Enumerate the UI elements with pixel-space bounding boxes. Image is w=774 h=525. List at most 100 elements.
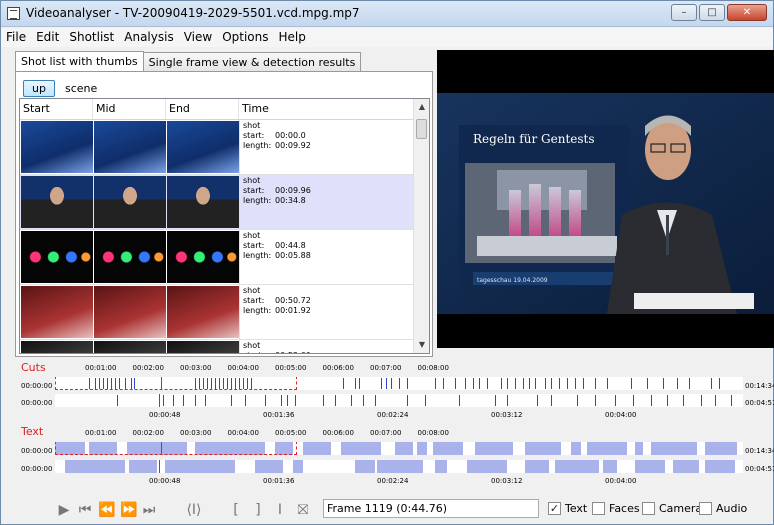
checkbox-faces[interactable]: Faces xyxy=(592,502,640,515)
minimize-button[interactable]: – xyxy=(671,4,697,21)
menu-shotlist[interactable]: Shotlist xyxy=(64,28,119,47)
mark-in-icon[interactable]: [ xyxy=(229,500,243,520)
rewind-icon[interactable]: ⏪ xyxy=(97,500,117,520)
video-preview[interactable]: Regeln für Gentests tagesschau 19.04.200… xyxy=(437,50,774,348)
tick-label: 00:08:00 xyxy=(417,429,449,437)
start-label: start: xyxy=(243,186,265,195)
cut-marker xyxy=(711,378,712,389)
text-segment xyxy=(705,442,737,455)
checkbox-box[interactable] xyxy=(642,502,655,515)
cut-marker xyxy=(399,378,400,389)
thumbnail-end[interactable] xyxy=(167,341,239,353)
thumbnail-mid[interactable] xyxy=(94,231,166,283)
menu-view[interactable]: View xyxy=(179,28,217,47)
cut-marker xyxy=(595,395,596,406)
checkbox-box[interactable]: ✓ xyxy=(548,502,561,515)
thumbnail-start[interactable] xyxy=(21,231,93,283)
length-value: 00:34.8 xyxy=(275,196,306,205)
thumbnail-start[interactable] xyxy=(21,341,93,353)
cut-marker xyxy=(537,395,538,406)
thumbnail-start[interactable] xyxy=(21,286,93,338)
tick-label: 00:07:00 xyxy=(370,429,402,437)
thumbnail-end[interactable] xyxy=(167,231,239,283)
playhead[interactable] xyxy=(161,442,162,455)
thumbnail-end[interactable] xyxy=(167,121,239,173)
close-button[interactable]: ✕ xyxy=(727,4,767,21)
thumbnail-mid[interactable] xyxy=(94,121,166,173)
scroll-down-icon[interactable]: ▼ xyxy=(414,337,429,353)
table-header: Start Mid End Time xyxy=(20,99,414,120)
scroll-thumb[interactable] xyxy=(416,119,427,139)
text-overview-track[interactable] xyxy=(55,442,743,455)
column-header-mid[interactable]: Mid xyxy=(93,99,166,119)
zoom-selection[interactable] xyxy=(55,377,297,390)
cut-marker xyxy=(443,378,444,389)
shot-list-panel: up scene Start Mid End Time shot start: 00… xyxy=(15,71,433,357)
thumbnail-end[interactable] xyxy=(167,286,239,338)
tab-single-frame[interactable]: Single frame view & detection results xyxy=(142,52,362,71)
checkbox-audio[interactable]: Audio xyxy=(699,502,747,515)
text-segment xyxy=(467,460,507,473)
table-row[interactable]: shot start: 00:00.0 length: 00:09.92 xyxy=(20,120,414,175)
thumbnail-end[interactable] xyxy=(167,176,239,228)
tick-label: 00:06:00 xyxy=(322,429,354,437)
cut-marker xyxy=(265,395,266,406)
mark-out-icon[interactable]: ] xyxy=(251,500,265,520)
skip-start-icon[interactable]: ⏮ xyxy=(77,500,93,520)
cuts-overview-track[interactable] xyxy=(55,377,743,390)
maximize-button[interactable]: □ xyxy=(699,4,725,21)
length-value: 00:05.88 xyxy=(275,251,311,260)
up-button[interactable]: up xyxy=(23,80,55,97)
column-header-start[interactable]: Start xyxy=(20,99,93,119)
menu-options[interactable]: Options xyxy=(217,28,273,47)
cuts-zoom-track[interactable] xyxy=(55,394,743,407)
checkbox-label: Faces xyxy=(609,502,640,515)
playhead[interactable] xyxy=(161,377,162,390)
shot-boundaries-icon[interactable]: ⟨I⟩ xyxy=(175,500,213,520)
thumbnail-start[interactable] xyxy=(21,121,93,173)
table-row[interactable]: shot start: 00:09.96 length: 00:34.8 xyxy=(20,175,414,230)
text-segment xyxy=(165,460,235,473)
thumbnail-start[interactable] xyxy=(21,176,93,228)
split-icon[interactable]: ⛝ xyxy=(293,500,313,520)
checkbox-box[interactable] xyxy=(592,502,605,515)
table-row[interactable]: shot start: 00:44.8 length: 00:05.88 xyxy=(20,230,414,285)
cut-marker xyxy=(173,395,174,406)
checkbox-camera[interactable]: Camera xyxy=(642,502,702,515)
column-header-time[interactable]: Time xyxy=(239,99,414,119)
thumbnail-mid[interactable] xyxy=(94,286,166,338)
checkbox-box[interactable] xyxy=(699,502,712,515)
text-zoom-track[interactable] xyxy=(55,460,743,473)
playhead[interactable] xyxy=(159,394,160,407)
table-row[interactable]: shotstart:00:52.60length: xyxy=(20,340,414,353)
timeline-panel[interactable]: Cuts 00:01:00 00:02:00 00:03:00 00:04:00 00:… xyxy=(1,359,774,489)
thumbnail-mid[interactable] xyxy=(94,341,166,353)
fast-forward-icon[interactable]: ⏩ xyxy=(119,500,139,520)
menu-analysis[interactable]: Analysis xyxy=(119,28,178,47)
scroll-up-icon[interactable]: ▲ xyxy=(414,99,429,115)
play-icon[interactable]: ▶ xyxy=(57,500,71,520)
tab-shot-list[interactable]: Shot list with thumbs xyxy=(15,51,144,72)
cut-marker xyxy=(719,378,720,389)
shot-type: shot xyxy=(243,286,261,295)
table-row[interactable]: shot start: 00:50.72 length: 00:01.92 xyxy=(20,285,414,340)
playhead[interactable] xyxy=(159,460,160,473)
vertical-scrollbar[interactable]: ▲ ▼ xyxy=(413,99,429,353)
menu-edit[interactable]: Edit xyxy=(31,28,64,47)
cut-marker xyxy=(323,395,324,406)
cut-marker xyxy=(701,395,702,406)
thumbnail-mid[interactable] xyxy=(94,176,166,228)
column-header-end[interactable]: End xyxy=(166,99,239,119)
text-segment xyxy=(651,442,697,455)
checkbox-text[interactable]: ✓ Text xyxy=(548,502,587,515)
menu-file[interactable]: File xyxy=(1,28,31,47)
shot-time-info: shotstart:00:52.60length: xyxy=(239,340,414,353)
cut-marker xyxy=(507,378,508,389)
cuts-label: Cuts xyxy=(21,361,46,374)
cut-marker xyxy=(663,378,664,389)
zoom-selection[interactable] xyxy=(55,442,297,455)
menu-help[interactable]: Help xyxy=(274,28,311,47)
cut-icon[interactable]: I xyxy=(273,500,287,520)
skip-end-icon[interactable]: ⏭ xyxy=(141,500,157,520)
tick-label: 00:01:36 xyxy=(263,477,295,485)
